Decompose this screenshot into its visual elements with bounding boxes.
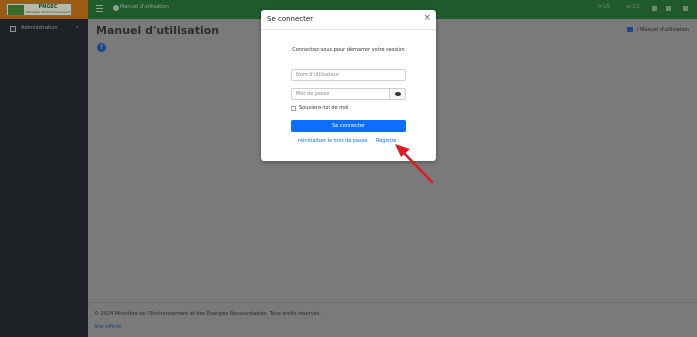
menu-toggle-icon[interactable] xyxy=(96,5,103,12)
help-icon[interactable]: ? xyxy=(97,43,106,52)
breadcrumb-separator: / xyxy=(636,27,639,33)
close-icon[interactable]: × xyxy=(423,13,431,23)
nav-manual-link[interactable]: Manuel d'utilisation xyxy=(120,4,169,10)
folder-icon xyxy=(10,26,16,32)
chevron-left-icon: ‹ xyxy=(76,24,79,31)
footer-copyright: © 2024 Ministère de l'Environnement et d… xyxy=(94,311,322,317)
reset-password-link[interactable]: réinitialiser le mot de passe xyxy=(298,138,367,144)
password-input[interactable] xyxy=(291,88,390,100)
footer-divider xyxy=(88,302,697,303)
modal-title: Se connecter xyxy=(267,15,314,23)
sidebar-item-administration[interactable]: Administration ‹ xyxy=(0,24,88,36)
breadcrumb-current: Manuel d'utilisation xyxy=(640,27,689,33)
eye-icon xyxy=(395,92,401,96)
breadcrumb: / Manuel d'utilisation xyxy=(627,27,689,33)
remember-me-label[interactable]: Souviens-toi de moi xyxy=(299,105,349,111)
login-button[interactable]: Se connecter xyxy=(291,120,406,132)
brand-bar: PNGEC Ministère de l'Environnement xyxy=(0,0,88,19)
page-title: Manuel d'utilisation xyxy=(96,24,220,37)
logo-subtitle: Ministère de l'Environnement xyxy=(26,10,70,14)
logo-emblem-icon xyxy=(8,5,24,15)
user-icon[interactable] xyxy=(666,6,671,11)
logo[interactable]: PNGEC Ministère de l'Environnement xyxy=(6,3,72,16)
modal-header: Se connecter × xyxy=(261,10,436,30)
remember-me-checkbox[interactable] xyxy=(291,106,296,111)
sidebar-item-label: Administration xyxy=(21,25,58,31)
language-item-2[interactable]: ar-DZ xyxy=(626,4,640,10)
register-link[interactable]: Registre xyxy=(376,138,396,144)
official-site-link[interactable]: Site officiel xyxy=(94,324,122,330)
language-item-1[interactable]: fr-US xyxy=(598,4,610,10)
show-password-button[interactable] xyxy=(390,88,406,100)
home-icon[interactable] xyxy=(627,27,634,32)
logout-icon[interactable] xyxy=(683,6,688,11)
login-modal: Se connecter × Connectez-vous pour démar… xyxy=(261,10,436,161)
sidebar: PNGEC Ministère de l'Environnement Admin… xyxy=(0,0,88,337)
flag-icon[interactable] xyxy=(652,6,657,11)
info-icon xyxy=(113,5,119,11)
username-input[interactable] xyxy=(291,69,406,81)
login-intro-text: Connectez-vous pour démarrer votre sessi… xyxy=(292,47,405,53)
